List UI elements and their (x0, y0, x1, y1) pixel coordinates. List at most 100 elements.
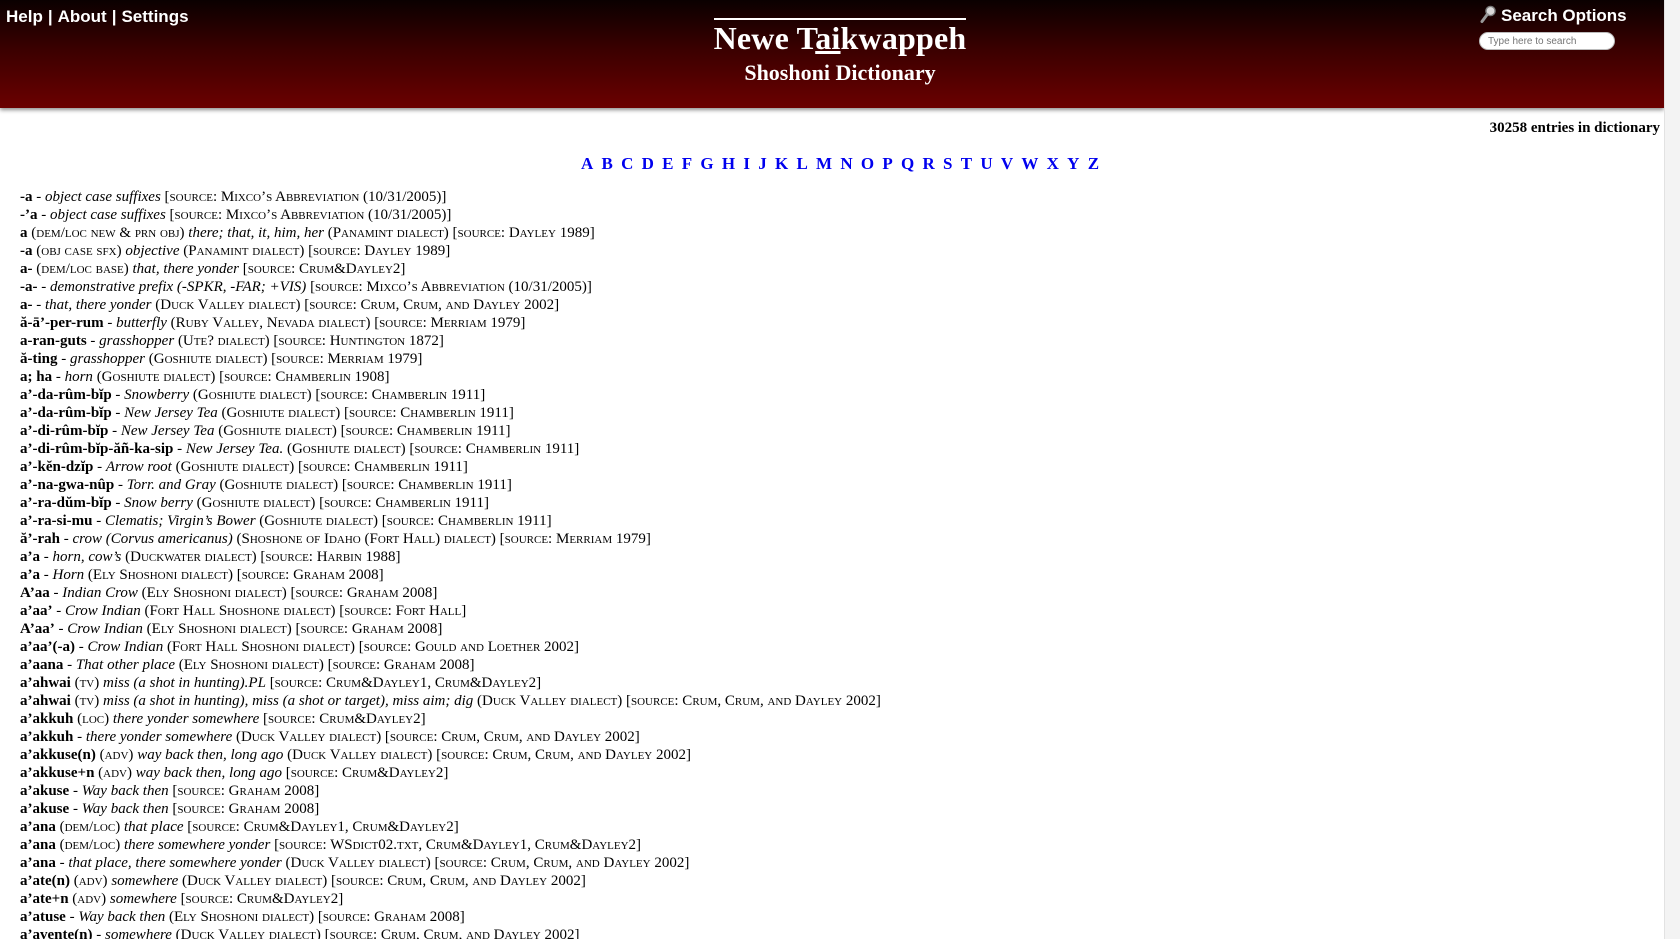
letter-link-w[interactable]: W (1021, 154, 1038, 173)
entry-headword[interactable]: a’akkuh (20, 711, 73, 727)
letter-link-p[interactable]: P (882, 154, 892, 173)
list-item: a’aa’(-a) - Crow Indian (Fort Hall Shosh… (20, 639, 580, 655)
letter-link-x[interactable]: X (1047, 154, 1059, 173)
entry-headword[interactable]: a’ahwai (20, 693, 71, 709)
letter-link-e[interactable]: E (662, 154, 673, 173)
letter-link-n[interactable]: N (840, 154, 852, 173)
entry-headword[interactable]: -a (20, 243, 33, 259)
entry-headword[interactable]: ă’-rah (20, 531, 60, 547)
letter-link-o[interactable]: O (861, 154, 874, 173)
letter-link-a[interactable]: A (581, 154, 593, 173)
list-item: a’akuse - Way back then [source: Graham … (20, 783, 320, 799)
entry-headword[interactable]: a-ran-guts (20, 333, 87, 349)
entry-headword[interactable]: ă-ā’-per-rum (20, 315, 104, 331)
magnifier-icon (1480, 5, 1501, 25)
entry-headword[interactable]: a’-di-rûm-bĭp-ăñ-ka-sip (20, 441, 173, 457)
letter-link-g[interactable]: G (700, 154, 713, 173)
entry-headword[interactable]: a’akkuse+n (20, 765, 94, 781)
entry-source: (Duck Valley dialect) [source: Crum, Cru… (285, 855, 690, 871)
entry-headword[interactable]: a’ana (20, 855, 56, 871)
entry-source: (Duck Valley dialect) [source: Crum, Cru… (175, 927, 580, 939)
entry-headword[interactable]: a’akuse (20, 801, 69, 817)
letter-link-m[interactable]: M (816, 154, 832, 173)
entry-source: (Ely Shoshoni dialect) [source: Graham 2… (141, 585, 438, 601)
search-options-button[interactable]: Search Options (1480, 5, 1627, 26)
entry-headword[interactable]: a’aa’(-a) (20, 639, 75, 655)
entry-source: (Ruby Valley, Nevada dialect) [source: M… (170, 315, 526, 331)
entry-headword[interactable]: A’aa’ (20, 621, 55, 637)
letter-link-v[interactable]: V (1001, 154, 1013, 173)
letter-link-f[interactable]: F (682, 154, 692, 173)
entry-headword[interactable]: a’akkuse(n) (20, 747, 96, 763)
entry-headword[interactable]: -’a (20, 207, 38, 223)
entry-part-of-speech: (dem/loc) (59, 837, 121, 853)
entry-headword[interactable]: a’akuse (20, 783, 69, 799)
letter-link-r[interactable]: R (922, 154, 934, 173)
entry-definition: that, there yonder (45, 297, 152, 313)
entry-source: [source: Crum&Dayley1, Crum&Dayley2] (269, 675, 542, 691)
entry-headword[interactable]: a (20, 225, 28, 241)
entry-headword[interactable]: a’a (20, 549, 40, 565)
entry-source: (Goshiute dialect) [source: Chamberlin 1… (192, 387, 486, 403)
letter-link-i[interactable]: I (743, 154, 750, 173)
list-item: a’ana (dem/loc) there somewhere yonder [… (20, 836, 1640, 854)
letter-link-y[interactable]: Y (1067, 154, 1079, 173)
entry-source: (Duckwater dialect) [source: Harbin 1988… (125, 549, 401, 565)
entry-definition: object case suffixes (45, 189, 161, 205)
site-title[interactable]: Newe Taikwappeh (0, 18, 1680, 56)
entry-headword[interactable]: a’aa’ (20, 603, 53, 619)
entry-headword[interactable]: -a (20, 189, 33, 205)
entry-headword[interactable]: a- (20, 297, 33, 313)
entry-headword[interactable]: a’akkuh (20, 729, 73, 745)
entry-headword[interactable]: a’-na-gwa-nûp (20, 477, 114, 493)
letter-link-z[interactable]: Z (1088, 154, 1099, 173)
entry-definition: Indian Crow (62, 585, 138, 601)
site-title-text[interactable]: Newe Taikwappeh (713, 18, 967, 56)
entry-headword[interactable]: a’ahwai (20, 675, 71, 691)
letter-link-l[interactable]: L (796, 154, 807, 173)
letter-link-s[interactable]: S (943, 154, 952, 173)
letter-link-u[interactable]: U (980, 154, 992, 173)
entry-headword[interactable]: a’ate(n) (20, 873, 70, 889)
entry-headword[interactable]: a’ana (20, 819, 56, 835)
entry-definition: Horn (52, 567, 85, 583)
letter-link-k[interactable]: K (775, 154, 788, 173)
entry-headword[interactable]: a’-ra-si-mu (20, 513, 92, 529)
entry-headword[interactable]: A’aa (20, 585, 50, 601)
entry-headword[interactable]: a’-ra-dŭm-bĭp (20, 495, 112, 511)
letter-link-c[interactable]: C (621, 154, 633, 173)
entry-source: (Shoshone of Idaho (Fort Hall) dialect) … (236, 531, 651, 547)
entry-headword[interactable]: a’ate+n (20, 891, 69, 907)
letter-link-h[interactable]: H (722, 154, 735, 173)
entry-headword[interactable]: a’ana (20, 837, 56, 853)
entry-headword[interactable]: a’-kĕn-dzĭp (20, 459, 93, 475)
search-input[interactable] (1479, 32, 1615, 50)
page-scrollbar[interactable] (1664, 0, 1680, 939)
letter-link-d[interactable]: D (642, 154, 654, 173)
entry-headword[interactable]: ă-ting (20, 351, 58, 367)
letter-link-j[interactable]: J (758, 154, 767, 173)
entry-count: 30258 entries in dictionary (1489, 120, 1660, 136)
entry-part-of-speech: (adv) (99, 747, 134, 763)
letter-link-t[interactable]: T (961, 154, 972, 173)
list-item: a’ana (dem/loc) that place [source: Crum… (20, 818, 1640, 836)
entry-headword[interactable]: a’atuse (20, 909, 66, 925)
entry-headword[interactable]: a’-di-rûm-bĭp (20, 423, 108, 439)
entry-headword[interactable]: a; ha (20, 369, 52, 385)
list-item: a’-kĕn-dzĭp - Arrow root (Goshiute diale… (20, 459, 468, 475)
entry-headword[interactable]: a’-da-rûm-bĭp (20, 387, 112, 403)
entry-headword[interactable]: a’avente(n) (20, 927, 92, 939)
site-header: Help | About | Settings Newe Taikwappeh Shos… (0, 0, 1664, 108)
entry-source: (Ely Shoshoni dialect) [source: Graham 2… (87, 567, 384, 583)
entry-headword[interactable]: a’a (20, 567, 40, 583)
entry-headword[interactable]: a- (20, 261, 33, 277)
list-item: a- (dem/loc base) that, there yonder [so… (20, 260, 1640, 278)
letter-link-q[interactable]: Q (901, 154, 914, 173)
list-item: a’a - horn, cow’s (Duckwater dialect) [s… (20, 549, 401, 565)
letter-link-b[interactable]: B (601, 154, 612, 173)
entry-headword[interactable]: -a- (20, 279, 38, 295)
entry-headword[interactable]: a’-da-rûm-bĭp (20, 405, 112, 421)
entry-part-of-speech: (adv) (72, 891, 107, 907)
list-item: a’ahwai (tv) miss (a shot in hunting).PL… (20, 674, 1640, 692)
entry-headword[interactable]: a’aana (20, 657, 63, 673)
